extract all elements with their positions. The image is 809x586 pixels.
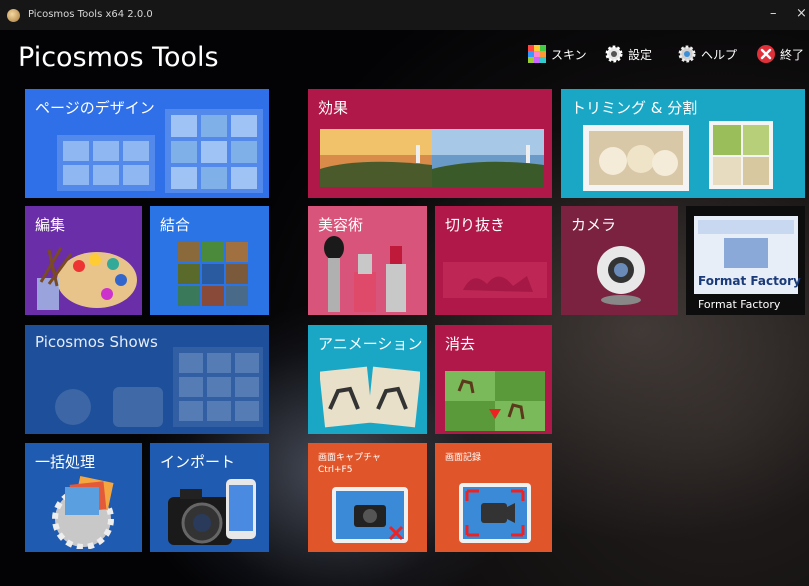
format-factory-logo-text: Format Factory <box>698 274 801 288</box>
app-window: Picosmos Tools x64 2.0.0 – × Picosmos To… <box>0 0 809 586</box>
skin-label: スキン <box>551 47 587 62</box>
help-gear-icon <box>678 45 696 63</box>
webcam-icon <box>597 246 645 305</box>
batch-photos-gear-icon <box>52 475 114 549</box>
tile-combine-label: 結合 <box>160 216 191 234</box>
cutout-silhouette-icon <box>443 262 547 298</box>
photo-collage-icon <box>178 242 248 306</box>
page-layout-icon <box>57 109 263 193</box>
app-title: Picosmos Tools <box>18 42 219 73</box>
tile-page-design[interactable]: ページのデザイン <box>25 89 269 198</box>
exit-button[interactable]: 終了 <box>756 44 804 64</box>
window-title: Picosmos Tools x64 2.0.0 <box>28 9 153 20</box>
palette-brush-icon <box>37 247 137 310</box>
tile-import[interactable]: インポート <box>150 443 269 552</box>
settings-button[interactable]: 設定 <box>604 44 652 64</box>
tile-edit[interactable]: 編集 <box>25 206 142 315</box>
exit-label: 終了 <box>780 47 805 62</box>
erase-compare-icon <box>445 371 545 431</box>
tile-erase-label: 消去 <box>445 335 476 353</box>
screen-capture-icon <box>332 487 408 543</box>
tile-format-factory[interactable]: Format Factory Format Factory <box>686 206 805 315</box>
close-circle-icon <box>757 45 775 63</box>
trim-split-icon <box>583 121 773 191</box>
tile-shows[interactable]: Picosmos Shows <box>25 325 269 434</box>
screen-record-icon <box>459 483 531 543</box>
tile-import-label: インポート <box>160 453 236 471</box>
tile-beauty[interactable]: 美容術 <box>308 206 427 315</box>
tile-edit-label: 編集 <box>35 216 66 234</box>
title-bar: Picosmos Tools x64 2.0.0 – × <box>0 0 809 30</box>
tile-cutout-label: 切り抜き <box>445 216 506 234</box>
tile-animation-label: アニメーション <box>318 335 423 353</box>
help-button[interactable]: ヘルプ <box>677 44 737 64</box>
effects-preview-icon <box>320 129 544 187</box>
tile-animation[interactable]: アニメーション <box>308 325 427 434</box>
tile-erase[interactable]: 消去 <box>435 325 552 434</box>
tile-trim-split[interactable]: トリミング & 分割 <box>561 89 805 198</box>
tile-camera-label: カメラ <box>571 216 617 234</box>
gear-icon <box>605 45 623 63</box>
settings-label: 設定 <box>628 47 653 62</box>
tile-combine[interactable]: 結合 <box>150 206 269 315</box>
tile-cutout[interactable]: 切り抜き <box>435 206 552 315</box>
film-strip-icon <box>320 366 420 428</box>
tile-screen-capture-shortcut: Ctrl+F5 <box>318 465 353 475</box>
minimize-button[interactable]: – <box>770 6 777 21</box>
tile-screen-capture-label: 画面キャプチャ <box>318 453 381 463</box>
skin-button[interactable]: スキン <box>527 44 587 64</box>
tile-screen-record[interactable]: 画面記録 <box>435 443 552 552</box>
help-label: ヘルプ <box>701 47 738 62</box>
camera-phone-icon <box>168 479 256 545</box>
tile-format-factory-label: Format Factory <box>698 298 781 311</box>
close-window-button[interactable]: × <box>796 6 807 21</box>
tile-trim-split-label: トリミング & 分割 <box>571 99 698 117</box>
cosmetics-icon <box>324 236 406 312</box>
tile-effects[interactable]: 効果 <box>308 89 552 198</box>
tile-screen-capture[interactable]: 画面キャプチャ Ctrl+F5 <box>308 443 427 552</box>
tile-beauty-label: 美容術 <box>318 216 364 234</box>
tile-effects-label: 効果 <box>318 99 349 117</box>
palette-grid-icon <box>528 45 546 63</box>
app-icon <box>7 9 20 22</box>
tile-screen-record-label: 画面記録 <box>445 453 482 463</box>
tile-camera[interactable]: カメラ <box>561 206 678 315</box>
tile-batch-label: 一括処理 <box>35 453 96 471</box>
slideshow-icon <box>55 347 263 427</box>
tile-batch[interactable]: 一括処理 <box>25 443 142 552</box>
